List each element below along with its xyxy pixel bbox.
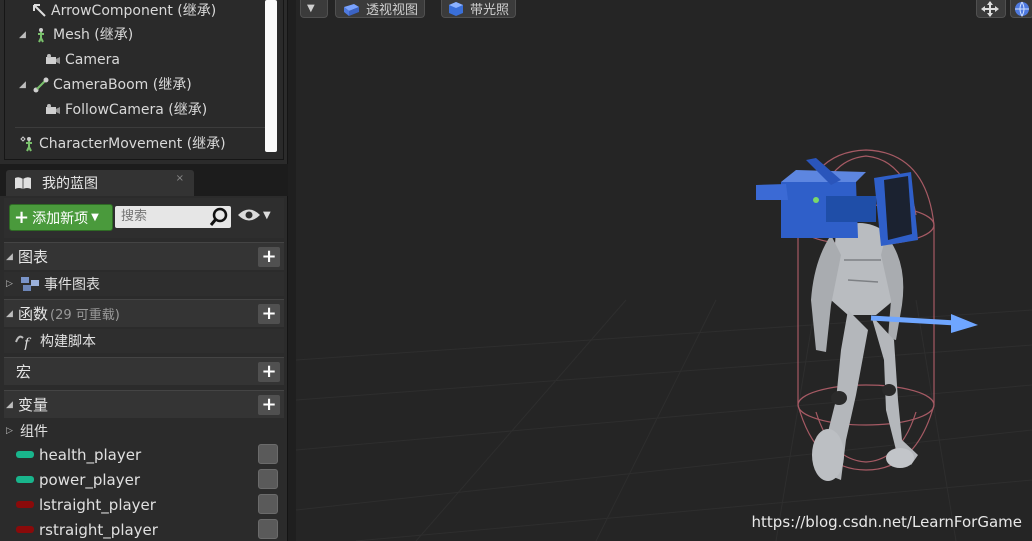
collapse-triangle-icon[interactable]: ◢ xyxy=(6,309,16,319)
world-local-button[interactable] xyxy=(1010,0,1032,18)
lit-mode-button[interactable]: 带光照 xyxy=(441,0,517,18)
chevron-down-icon: ▼ xyxy=(263,209,271,221)
lit-mode-label: 带光照 xyxy=(470,3,510,18)
tree-item-label: Mesh (继承) xyxy=(53,27,134,43)
camera-icon xyxy=(46,104,60,114)
visibility-toggle-button[interactable] xyxy=(258,494,278,514)
svg-text:f: f xyxy=(23,336,32,350)
view-options-button[interactable]: ▼ xyxy=(237,208,271,222)
tree-item-label: CharacterMovement (继承) xyxy=(39,136,226,152)
tree-item-camera-boom[interactable]: ◢ CameraBoom (继承) xyxy=(19,74,192,96)
tree-item-arrow-component[interactable]: ArrowComponent (继承) xyxy=(31,0,216,22)
tab-close-icon[interactable]: × xyxy=(176,173,184,184)
bool-type-pill-icon xyxy=(16,501,34,508)
add-function-button[interactable]: + xyxy=(258,304,280,324)
variable-group-components[interactable]: ▷ 组件 xyxy=(4,419,284,443)
variable-item[interactable]: health_player xyxy=(4,442,284,467)
graph-item-label: 事件图表 xyxy=(44,277,100,293)
add-variable-button[interactable]: + xyxy=(258,395,280,415)
variable-name: health_player xyxy=(39,445,142,464)
camera-icon xyxy=(46,54,60,64)
float-type-pill-icon xyxy=(16,451,34,458)
variable-item[interactable]: lstraight_player xyxy=(4,492,284,517)
expand-triangle-icon[interactable]: ◢ xyxy=(19,74,29,96)
visibility-toggle-button[interactable] xyxy=(258,444,278,464)
variable-name: power_player xyxy=(39,470,141,489)
variable-name: rstraight_player xyxy=(39,520,158,539)
add-graph-button[interactable]: + xyxy=(258,247,280,267)
visibility-toggle-button[interactable] xyxy=(258,469,278,489)
function-icon: f xyxy=(15,335,32,350)
visibility-toggle-button[interactable] xyxy=(258,519,278,539)
section-graphs[interactable]: ◢ 图表 + xyxy=(4,242,284,270)
watermark-text: https://blog.csdn.net/LearnForGame xyxy=(751,513,1022,531)
section-macros[interactable]: 宏 + xyxy=(4,357,284,385)
section-label: 变量 xyxy=(18,396,49,414)
expand-triangle-icon[interactable]: ▷ xyxy=(6,279,16,289)
function-item-label: 构建脚本 xyxy=(40,334,96,350)
tree-scrollbar[interactable] xyxy=(265,0,277,152)
tab-label: 我的蓝图 xyxy=(42,176,98,192)
transform-tool-button[interactable] xyxy=(976,0,1006,18)
collapse-triangle-icon[interactable]: ◢ xyxy=(6,400,16,410)
dropdown-arrow-icon: ▼ xyxy=(91,212,99,223)
bool-type-pill-icon xyxy=(16,526,34,533)
eye-icon xyxy=(238,209,260,221)
follow-camera-model xyxy=(756,158,918,246)
left-panel: ArrowComponent (继承) ◢ Mesh (继承) Camera ◢… xyxy=(0,0,288,541)
function-item-construction-script[interactable]: f 构建脚本 xyxy=(4,329,284,353)
section-label: 图表 xyxy=(18,248,49,266)
globe-icon xyxy=(1015,1,1029,17)
tree-item-label: Camera xyxy=(65,52,120,68)
viewport[interactable]: ▼ 透视视图 带光照 https://blog.csdn.net/LearnFo… xyxy=(296,0,1032,541)
mannequin-character xyxy=(811,222,918,481)
book-icon xyxy=(15,177,31,189)
move-tool-icon xyxy=(981,0,999,17)
my-blueprint-toolbar: + 添加新项 ▼ ▼ xyxy=(4,198,284,238)
add-new-button[interactable]: + 添加新项 ▼ xyxy=(9,204,113,231)
event-graph-icon xyxy=(21,277,39,291)
section-functions[interactable]: ◢ 函数 (29 可重载) + xyxy=(4,299,284,327)
expand-triangle-icon[interactable]: ◢ xyxy=(19,24,29,46)
tree-item-label: CameraBoom (继承) xyxy=(53,77,192,93)
expand-triangle-icon[interactable]: ▷ xyxy=(6,426,16,436)
skeletal-mesh-icon xyxy=(38,28,44,43)
overridable-count: (29 可重载) xyxy=(50,308,120,323)
viewport-options-button[interactable]: ▼ xyxy=(300,0,328,18)
tree-divider xyxy=(15,127,265,128)
tree-item-mesh[interactable]: ◢ Mesh (继承) xyxy=(19,24,133,46)
add-macro-button[interactable]: + xyxy=(258,362,280,382)
viewport-scene xyxy=(296,149,1032,541)
plus-icon: + xyxy=(14,206,30,228)
floor-grid xyxy=(296,299,1032,541)
graph-item-event-graph[interactable]: ▷ 事件图表 xyxy=(4,272,284,296)
tree-item-label: ArrowComponent (继承) xyxy=(51,3,217,19)
collapse-triangle-icon[interactable]: ◢ xyxy=(6,252,16,262)
perspective-label: 透视视图 xyxy=(366,3,419,18)
lit-sphere-icon xyxy=(449,1,463,16)
components-tree: ArrowComponent (继承) ◢ Mesh (继承) Camera ◢… xyxy=(4,0,284,160)
search-icon[interactable] xyxy=(209,207,229,227)
tab-bar: 我的蓝图 × xyxy=(0,164,288,196)
spring-arm-icon xyxy=(33,77,49,93)
tree-item-camera[interactable]: Camera xyxy=(45,49,120,71)
variable-name: lstraight_player xyxy=(39,495,156,514)
perspective-cube-icon xyxy=(344,3,359,16)
character-movement-icon xyxy=(20,136,32,152)
arrow-component-icon xyxy=(33,4,46,17)
variable-item[interactable]: rstraight_player xyxy=(4,517,284,541)
tree-item-label: FollowCamera (继承) xyxy=(65,102,208,118)
tree-item-character-movement[interactable]: CharacterMovement (继承) xyxy=(19,133,226,155)
section-variables[interactable]: ◢ 变量 + xyxy=(4,390,284,418)
section-label: 函数 xyxy=(18,305,49,323)
variable-group-label: 组件 xyxy=(20,424,48,440)
perspective-button[interactable]: 透视视图 xyxy=(335,0,426,18)
tree-item-follow-camera[interactable]: FollowCamera (继承) xyxy=(45,99,207,121)
section-label: 宏 xyxy=(16,363,32,381)
tab-my-blueprint[interactable]: 我的蓝图 × xyxy=(6,170,194,196)
chevron-down-icon: ▼ xyxy=(307,3,315,14)
add-new-label: 添加新项 xyxy=(32,210,89,227)
float-type-pill-icon xyxy=(16,476,34,483)
variable-item[interactable]: power_player xyxy=(4,467,284,492)
